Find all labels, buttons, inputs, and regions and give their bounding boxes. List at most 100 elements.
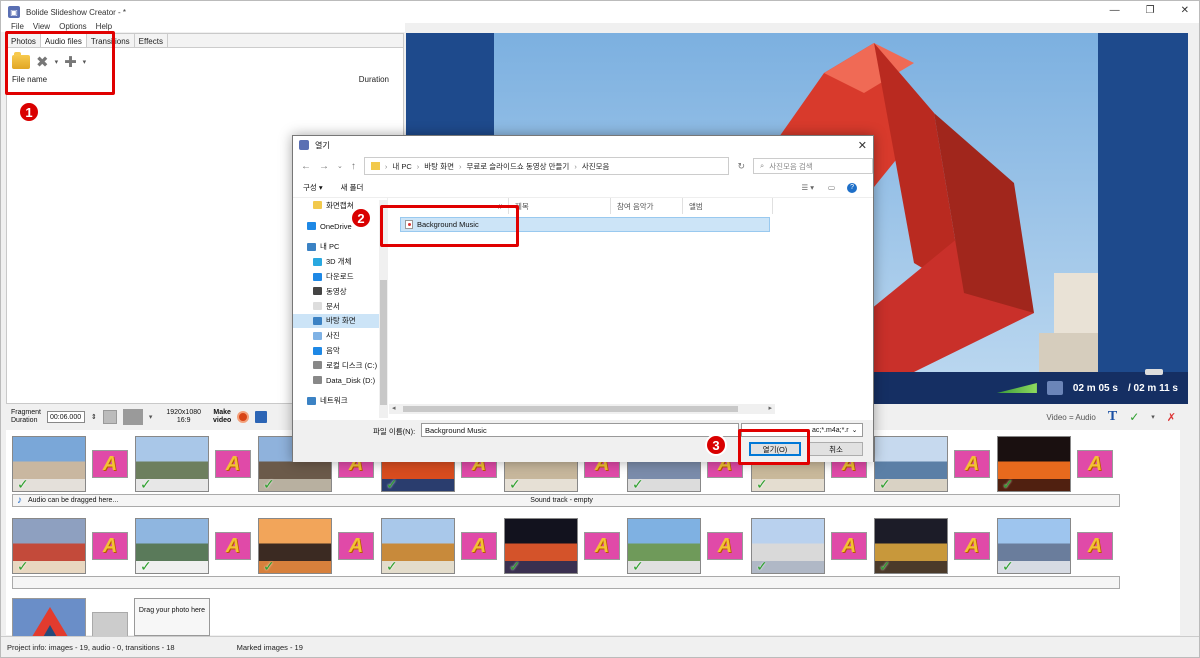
chevron-down-icon[interactable]: ▾ (149, 413, 153, 421)
resolution-button[interactable]: 1920x1080 16:9 (166, 409, 201, 425)
seek-handle[interactable] (1145, 369, 1163, 375)
breadcrumb-project[interactable]: 무료로 슬라이드쇼 동영상 만들기 (466, 161, 569, 172)
checkmark-icon[interactable]: ✓ (386, 476, 398, 491)
search-input[interactable]: ⌕ 사진모음 검색 (753, 158, 873, 174)
dialog-close-icon[interactable]: ✕ (858, 139, 867, 152)
background-color-button[interactable] (102, 410, 117, 424)
cancel-button[interactable]: 취소 (809, 442, 863, 456)
audio-track-2[interactable] (12, 576, 1120, 589)
maximize-button[interactable]: ❐ (1146, 5, 1155, 16)
transition-tile[interactable]: A (215, 450, 251, 478)
checkmark-icon[interactable]: ✓ (632, 476, 644, 491)
address-bar[interactable]: › 내 PC › 바탕 화면 › 무료로 슬라이드쇼 동영상 만들기 › 사진모… (363, 157, 730, 175)
checkmark-icon[interactable]: ✓ (17, 476, 29, 491)
forward-icon[interactable]: → (319, 161, 329, 172)
transition-tile[interactable]: A (954, 532, 990, 560)
checkmark-icon[interactable]: ✓ (140, 558, 152, 573)
uncheck-icon[interactable]: ✗ (1167, 411, 1176, 424)
nav-item[interactable]: 음악 (293, 343, 387, 358)
photo-thumbnail[interactable]: ✓ (135, 518, 209, 574)
column-album[interactable]: 앨범 (683, 198, 773, 214)
checkmark-icon[interactable]: ✓ (756, 476, 768, 491)
stepper-icon[interactable]: ⇕ (91, 413, 97, 421)
organize-button[interactable]: 구성 ▾ (303, 182, 323, 193)
transition-tile[interactable]: A (1077, 532, 1113, 560)
close-button[interactable]: ✕ (1181, 5, 1189, 16)
photo-thumbnail[interactable]: ✓ (997, 518, 1071, 574)
checkmark-icon[interactable]: ✓ (386, 558, 398, 573)
record-icon[interactable] (237, 411, 250, 423)
nav-item[interactable]: 다운로드 (293, 269, 387, 284)
transition-tile[interactable]: A (954, 450, 990, 478)
back-icon[interactable]: ← (301, 161, 311, 172)
preview-pane-icon[interactable]: ▭ (828, 183, 835, 192)
fill-mode-button[interactable] (122, 409, 143, 425)
checkmark-icon[interactable]: ✓ (509, 476, 521, 491)
timeline-scrollbar[interactable] (1180, 430, 1188, 635)
breadcrumb-photos[interactable]: 사진모음 (582, 161, 610, 172)
photo-thumbnail[interactable]: ✓ (12, 436, 86, 492)
nav-item[interactable]: 3D 개체 (293, 254, 387, 269)
checkmark-icon[interactable]: ✓ (263, 558, 275, 573)
transition-tile[interactable]: A (215, 532, 251, 560)
refresh-icon[interactable]: ↻ (737, 161, 745, 172)
empty-transition-slot[interactable] (92, 612, 128, 638)
hscroll-thumb[interactable] (403, 406, 738, 412)
breadcrumb-desktop[interactable]: 바탕 화면 (424, 161, 454, 172)
nav-item[interactable]: 문서 (293, 299, 387, 314)
transition-tile[interactable]: A (707, 532, 743, 560)
checkmark-icon[interactable]: ✓ (140, 476, 152, 491)
nav-scroll-thumb[interactable] (380, 280, 387, 405)
new-folder-button[interactable]: 새 폴더 (341, 182, 364, 193)
photo-thumbnail[interactable]: ✓ (874, 518, 948, 574)
up-icon[interactable]: ↑ (351, 161, 356, 172)
nav-item[interactable]: 내 PC (293, 240, 387, 255)
photo-thumbnail[interactable]: ✓ (504, 518, 578, 574)
checkmark-icon[interactable]: ✓ (756, 558, 768, 573)
column-artist[interactable]: 참여 음악가 (611, 198, 683, 214)
checkmark-icon[interactable]: ✓ (509, 558, 521, 573)
nav-item[interactable]: 바탕 화면 (293, 313, 387, 329)
volume-slider[interactable] (996, 383, 1037, 393)
photo-thumbnail[interactable]: ✓ (135, 436, 209, 492)
nav-item[interactable]: OneDrive (293, 219, 387, 234)
video-audio-label[interactable]: Video = Audio (1046, 413, 1095, 422)
breadcrumb-pc[interactable]: 내 PC (392, 161, 411, 172)
view-options-icon[interactable]: ☰ ▾ (801, 183, 814, 192)
minimize-button[interactable]: — (1110, 5, 1120, 16)
transition-tile[interactable]: A (461, 532, 497, 560)
text-icon[interactable]: T (1108, 409, 1117, 425)
transition-tile[interactable]: A (1077, 450, 1113, 478)
transition-tile[interactable]: A (584, 532, 620, 560)
checkmark-icon[interactable]: ✓ (263, 476, 275, 491)
chevron-down-icon[interactable]: ▾ (1151, 413, 1155, 421)
tab-effects[interactable]: Effects (135, 34, 168, 47)
chevron-down-icon[interactable]: ⌄ (337, 162, 343, 170)
photo-thumbnail[interactable]: ✓ (381, 518, 455, 574)
nav-item[interactable]: 로컬 디스크 (C:) (293, 358, 387, 373)
nav-item[interactable]: Data_Disk (D:) (293, 373, 387, 388)
nav-item[interactable]: 동영상 (293, 284, 387, 299)
transition-tile[interactable]: A (92, 450, 128, 478)
photo-thumbnail[interactable]: ✓ (258, 518, 332, 574)
save-icon[interactable] (255, 411, 268, 423)
checkmark-icon[interactable]: ✓ (17, 558, 29, 573)
photo-thumbnail[interactable]: ✓ (751, 518, 825, 574)
checkmark-icon[interactable]: ✓ (879, 476, 891, 491)
photo-thumbnail[interactable]: ✓ (627, 518, 701, 574)
checkmark-icon[interactable]: ✓ (632, 558, 644, 573)
checkmark-icon[interactable]: ✓ (1002, 476, 1014, 491)
photo-thumbnail[interactable]: ✓ (874, 436, 948, 492)
make-video-label[interactable]: Make video (213, 409, 231, 425)
check-icon[interactable]: ✓ (1129, 410, 1139, 424)
checkmark-icon[interactable]: ✓ (879, 558, 891, 573)
audio-track-1[interactable]: ♪ Audio can be dragged here... Sound tra… (12, 494, 1120, 507)
scroll-left-icon[interactable]: ◂ (392, 404, 396, 412)
nav-item[interactable]: 화면캡쳐 (293, 198, 387, 213)
filename-input[interactable]: Background Music (421, 423, 739, 437)
column-duration[interactable]: Duration (359, 75, 389, 88)
column-title[interactable]: 제목 (509, 198, 611, 214)
drop-photo-slot[interactable]: Drag your photo here (134, 598, 210, 636)
photo-thumbnail[interactable]: ✓ (12, 518, 86, 574)
photo-thumbnail[interactable]: ✓ (997, 436, 1071, 492)
